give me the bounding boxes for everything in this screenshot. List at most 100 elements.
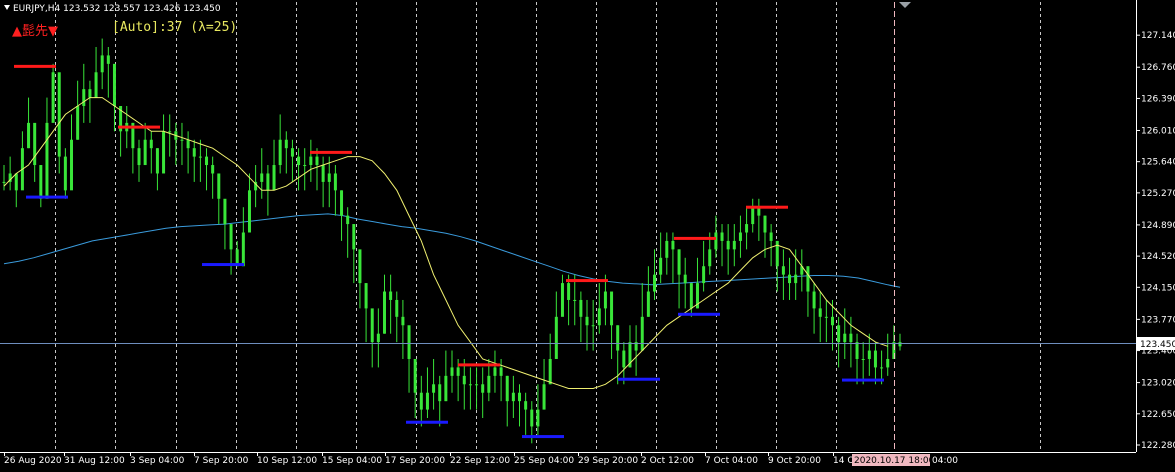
candle-body xyxy=(487,375,491,393)
candle-body xyxy=(100,55,104,73)
candle-body xyxy=(818,308,822,317)
candle-body xyxy=(518,392,522,402)
indicator-label: [Auto]:37 (λ=25) xyxy=(112,20,238,35)
candle-body xyxy=(241,232,245,267)
candle-body xyxy=(849,333,853,343)
swing-high-marker xyxy=(118,125,160,129)
candle-body xyxy=(51,72,55,123)
swing-low-marker xyxy=(522,435,564,439)
candle-body xyxy=(794,274,798,284)
candle-body xyxy=(867,350,871,359)
candle-body xyxy=(303,165,307,167)
candle-body xyxy=(432,384,436,393)
candle-body xyxy=(401,316,405,326)
candle-body xyxy=(413,358,417,393)
time-tick-label: 9 Oct 20:00 xyxy=(768,456,821,466)
candle-body xyxy=(505,375,509,402)
swing-high-marker xyxy=(14,64,56,68)
candle-body xyxy=(567,283,571,300)
price-tick-label: 125.270 xyxy=(1141,189,1175,199)
candle-body xyxy=(419,392,423,410)
candle-body xyxy=(192,148,196,157)
candle-body xyxy=(683,274,687,284)
candle-body xyxy=(278,139,282,166)
candle-body xyxy=(603,291,607,309)
candle-body xyxy=(708,249,712,267)
time-tick-label: 29 Sep 20:00 xyxy=(578,456,638,466)
price-tick-label: 122.280 xyxy=(1141,441,1175,451)
candle-body xyxy=(382,291,386,334)
candle-body xyxy=(806,266,810,292)
candle-body xyxy=(315,156,319,166)
candle-body xyxy=(284,139,288,149)
candle-body xyxy=(677,249,681,275)
candle-body xyxy=(886,358,890,368)
candle-body xyxy=(824,316,828,318)
time-tick-label: 15 Sep 04:00 xyxy=(322,456,382,466)
candle-body xyxy=(370,308,374,343)
candle-body xyxy=(352,224,356,250)
candle-body xyxy=(781,266,785,275)
time-tick-label: 10 Sep 12:00 xyxy=(257,456,317,466)
candle-body xyxy=(653,274,657,292)
candle-body xyxy=(554,316,558,359)
swing-high-marker xyxy=(674,236,716,240)
candle-body xyxy=(855,342,859,359)
candle-body xyxy=(389,291,393,300)
symbol-header[interactable]: EURJPY,H4 123.532 123.557 123.426 123.45… xyxy=(4,4,221,14)
time-tick-label: 26 Aug 2020 xyxy=(4,456,62,466)
candle-body xyxy=(162,131,166,174)
candle-body xyxy=(499,367,503,376)
price-tick-label: 126.760 xyxy=(1141,63,1175,73)
candle-body xyxy=(861,358,865,360)
candle-body xyxy=(211,165,215,174)
swing-low-marker xyxy=(406,420,448,424)
symbol-header-text: EURJPY,H4 123.532 123.557 123.426 123.45… xyxy=(13,4,221,14)
candle-body xyxy=(751,207,755,225)
swing-low-marker xyxy=(202,263,244,267)
triangle-down-icon[interactable] xyxy=(4,5,10,10)
candle-body xyxy=(444,375,448,402)
time-tick-label: 25 Sep 04:00 xyxy=(514,456,574,466)
candle-body xyxy=(665,240,669,258)
candle-body xyxy=(745,224,749,233)
candle-body xyxy=(493,367,497,376)
candle-body xyxy=(155,148,159,174)
candle-body xyxy=(198,156,202,158)
candle-body xyxy=(481,384,485,393)
candle-body xyxy=(205,156,209,166)
price-tick-label: 124.150 xyxy=(1141,283,1175,293)
swing-high-marker xyxy=(458,363,500,367)
candle-body xyxy=(769,232,773,241)
candle-body xyxy=(659,257,663,275)
candle-body xyxy=(395,299,399,317)
candle-body xyxy=(898,342,902,347)
time-tick-label: 7 Sep 20:00 xyxy=(194,456,249,466)
candle-body xyxy=(186,139,190,149)
candle-body xyxy=(456,367,460,376)
candle-body xyxy=(333,173,337,191)
candle-body xyxy=(579,299,583,317)
time-tick-label: 7 Oct 04:00 xyxy=(705,456,758,466)
candle-body xyxy=(112,63,116,107)
candle-body xyxy=(70,139,74,191)
swing-high-marker xyxy=(566,279,608,283)
candle-body xyxy=(45,122,49,199)
time-tick-label: 2 Oct 12:00 xyxy=(641,456,694,466)
candle-body xyxy=(843,333,847,343)
candle-body xyxy=(247,190,251,233)
candle-body xyxy=(290,148,294,157)
candle-body xyxy=(63,156,67,191)
swing-high-marker xyxy=(310,150,352,154)
signal-label: ▲髭先▼ xyxy=(12,24,58,39)
price-tick-label: 124.890 xyxy=(1141,221,1175,231)
candle-body xyxy=(327,173,331,182)
time-tick-label: 3 Sep 04:00 xyxy=(130,456,185,466)
candle-body xyxy=(260,173,264,182)
candle-body xyxy=(450,367,454,376)
candle-body xyxy=(168,131,172,133)
candle-body xyxy=(622,350,626,368)
candle-body xyxy=(616,325,620,351)
candle-body xyxy=(646,291,650,317)
price-chart[interactable]: 127.140 126.760 126.390 126.010 125.640 125.2… xyxy=(0,0,1175,472)
